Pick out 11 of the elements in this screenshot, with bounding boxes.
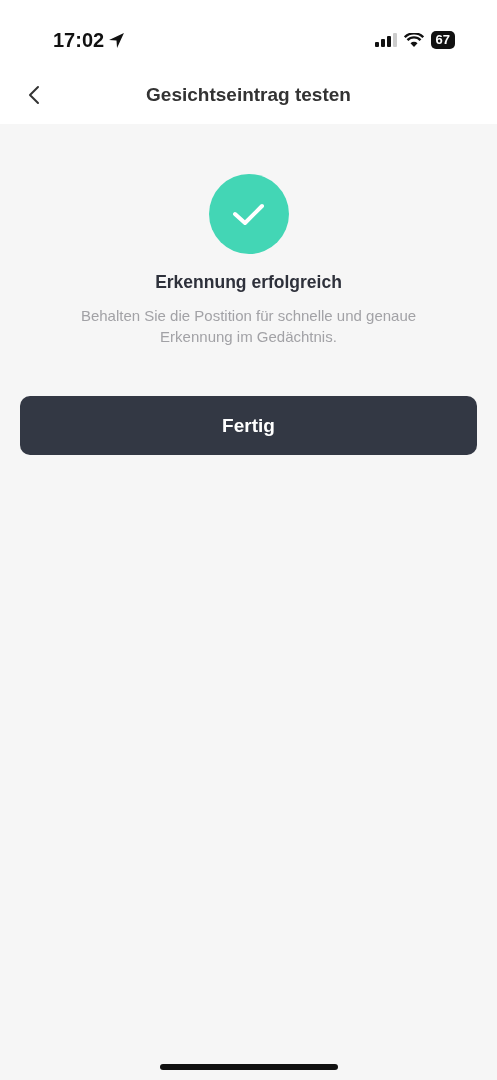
- done-button[interactable]: Fertig: [20, 396, 477, 455]
- battery-indicator: 67: [430, 31, 455, 49]
- location-arrow-icon: [108, 31, 126, 49]
- result-description: Behalten Sie die Postition für schnelle und genaue Erkennung im Gedächtnis.: [79, 306, 418, 347]
- wifi-icon: [403, 33, 424, 47]
- screen-title: Gesichtseintrag testen: [146, 84, 351, 106]
- status-time: 17:02: [53, 28, 105, 52]
- success-check-icon: [208, 174, 289, 254]
- chevron-left-icon: [28, 85, 40, 105]
- result-title: Erkennung erfolgreich: [155, 272, 342, 293]
- signal-icon: [374, 33, 397, 47]
